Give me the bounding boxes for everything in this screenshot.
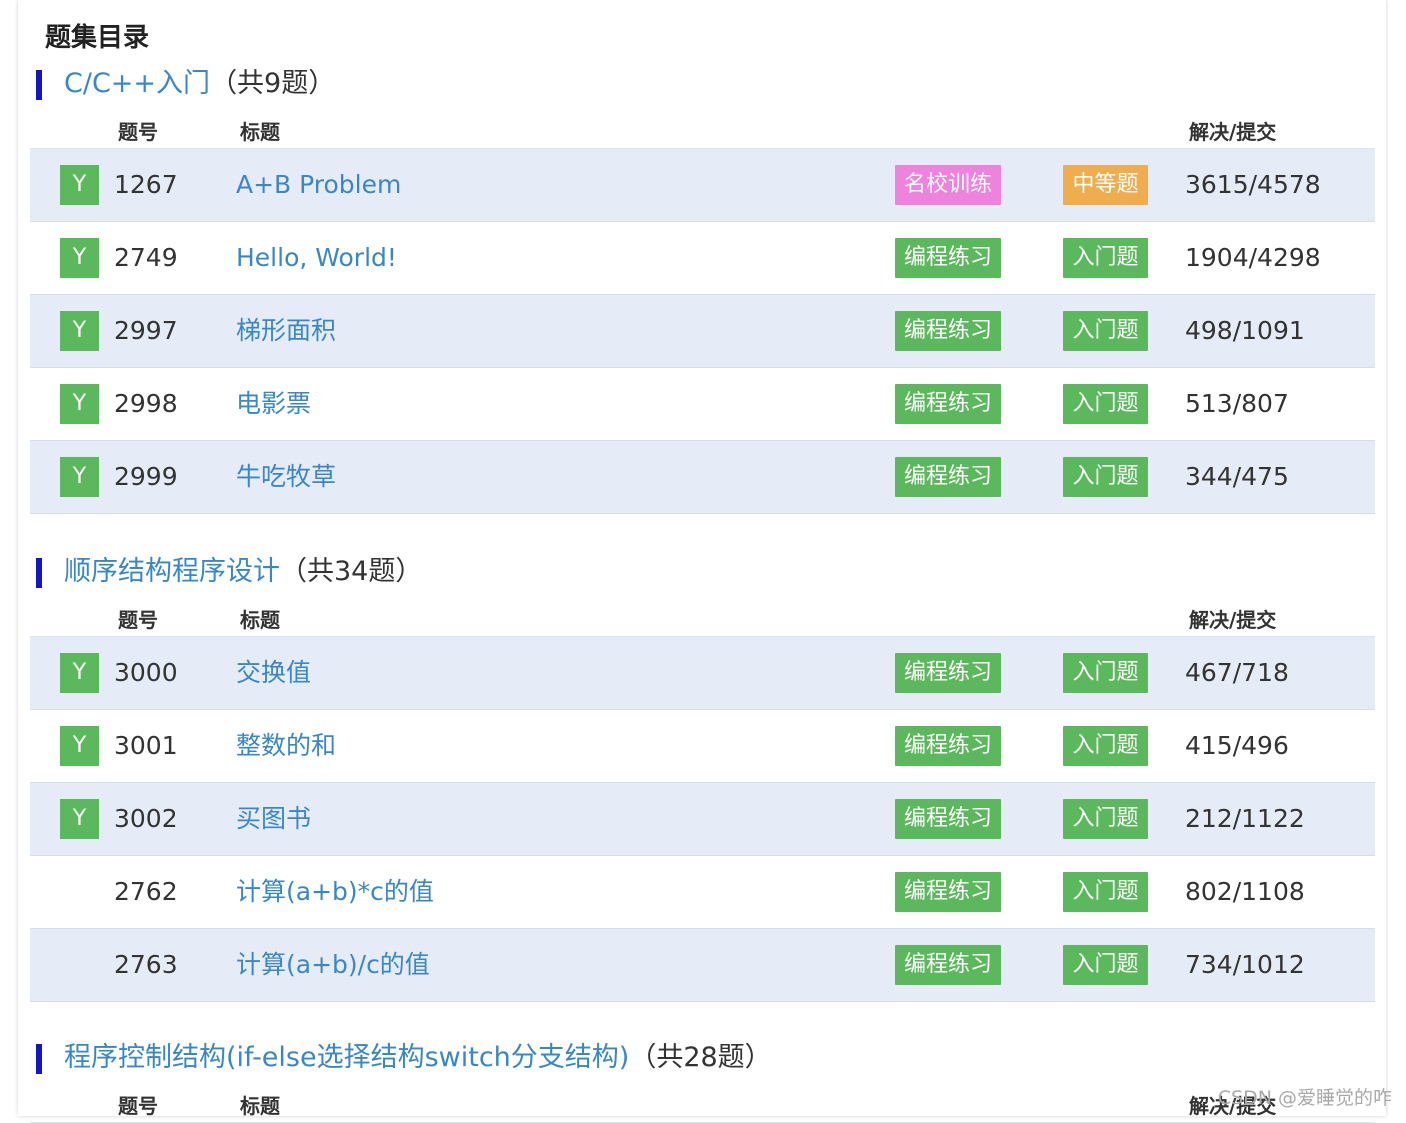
difficulty-tag[interactable]: 入门题 [1063,384,1148,424]
problem-row: Y 3000 交换值 编程练习 入门题 467/718 [30,637,1375,710]
problem-title-link[interactable]: 计算(a+b)*c的值 [236,856,434,928]
source-tag[interactable]: 编程练习 [895,311,1001,351]
column-header: 题号 标题 解决/提交 [30,594,1375,637]
section-count: （共9题） [210,68,336,99]
section-count: （共28题） [629,1042,772,1073]
difficulty-tag[interactable]: 入门题 [1063,311,1148,351]
column-ratio-header: 解决/提交 [1189,608,1277,632]
solved-mark: Y [60,653,99,693]
problem-section: C/C++入门（共9题） 题号 标题 解决/提交 Y 1267 A+B Prob… [30,62,1375,514]
section-header: C/C++入门（共9题） [30,62,1375,106]
difficulty-tag[interactable]: 入门题 [1063,457,1148,497]
problem-title-link[interactable]: 牛吃牧草 [236,441,336,513]
problem-id: 3000 [114,658,178,687]
solved-mark: Y [60,165,99,205]
section-bar [36,558,42,588]
section-count: （共34题） [280,556,423,587]
solved-submitted-ratio: 498/1091 [1185,316,1305,345]
problem-row: Y 2749 Hello, World! 编程练习 入门题 1904/4298 [30,222,1375,295]
source-tag[interactable]: 名校训练 [895,165,1001,205]
difficulty-tag[interactable]: 入门题 [1063,945,1148,985]
difficulty-tag[interactable]: 入门题 [1063,238,1148,278]
problem-id: 2998 [114,389,178,418]
solved-submitted-ratio: 3615/4578 [1185,170,1321,199]
source-tag[interactable]: 编程练习 [895,945,1001,985]
problem-title-link[interactable]: 买图书 [236,783,311,855]
source-tag[interactable]: 编程练习 [895,653,1001,693]
solved-submitted-ratio: 415/496 [1185,731,1289,760]
problem-row: Y 3001 整数的和 编程练习 入门题 415/496 [30,710,1375,783]
source-tag[interactable]: 编程练习 [895,872,1001,912]
section-name-link[interactable]: C/C++入门 [64,68,210,99]
csdn-watermark: CSDN @爱睡觉的咋 [1217,1087,1392,1109]
section-header: 程序控制结构(if-else选择结构switch分支结构)（共28题） [30,1036,1375,1080]
page-title: 题集目录 [45,23,150,53]
solved-mark: Y [60,726,99,766]
problem-title-link[interactable]: A+B Problem [236,149,401,221]
difficulty-tag[interactable]: 入门题 [1063,653,1148,693]
solved-submitted-ratio: 734/1012 [1185,950,1305,979]
problem-row: Y 1267 A+B Problem 名校训练 中等题 3615/4578 [30,149,1375,222]
problem-title-link[interactable]: 计算(a+b)/c的值 [236,929,430,1001]
problem-title-link[interactable]: 整数的和 [236,710,336,782]
problem-id: 2763 [114,950,178,979]
difficulty-tag[interactable]: 中等题 [1063,165,1148,205]
problem-title-link[interactable]: 交换值 [236,637,311,709]
solved-submitted-ratio: 802/1108 [1185,877,1305,906]
section-name-link[interactable]: 程序控制结构(if-else选择结构switch分支结构) [64,1042,629,1073]
problem-row: Y 2998 电影票 编程练习 入门题 513/807 [30,368,1375,441]
problem-section: 顺序结构程序设计（共34题） 题号 标题 解决/提交 Y 3000 交换值 编程… [30,550,1375,1002]
solved-mark: Y [60,457,99,497]
solved-submitted-ratio: 212/1122 [1185,804,1305,833]
problem-row: 2763 计算(a+b)/c的值 编程练习 入门题 734/1012 [30,929,1375,1002]
column-header: 题号 标题 解决/提交 [30,1080,1375,1123]
source-tag[interactable]: 编程练习 [895,457,1001,497]
column-title-header: 标题 [240,608,280,632]
problem-row: Y 2997 梯形面积 编程练习 入门题 498/1091 [30,295,1375,368]
problem-id: 2749 [114,243,178,272]
column-ratio-header: 解决/提交 [1189,120,1277,144]
problem-title-link[interactable]: Hello, World! [236,222,397,294]
problem-title-link[interactable]: 电影票 [236,368,311,440]
solved-submitted-ratio: 1904/4298 [1185,243,1321,272]
problem-row: Y 2999 牛吃牧草 编程练习 入门题 344/475 [30,441,1375,514]
problem-row: 2762 计算(a+b)*c的值 编程练习 入门题 802/1108 [30,856,1375,929]
solved-mark: Y [60,799,99,839]
column-header: 题号 标题 解决/提交 [30,106,1375,149]
section-header: 顺序结构程序设计（共34题） [30,550,1375,594]
solved-submitted-ratio: 513/807 [1185,389,1289,418]
problem-id: 1267 [114,170,178,199]
solved-mark: Y [60,238,99,278]
problem-section: 程序控制结构(if-else选择结构switch分支结构)（共28题） 题号 标… [30,1036,1375,1123]
problem-id: 3002 [114,804,178,833]
source-tag[interactable]: 编程练习 [895,799,1001,839]
section-title: 顺序结构程序设计（共34题） [64,550,422,594]
section-title: 程序控制结构(if-else选择结构switch分支结构)（共28题） [64,1036,772,1080]
source-tag[interactable]: 编程练习 [895,238,1001,278]
column-id-header: 题号 [118,608,158,632]
problem-row: Y 3002 买图书 编程练习 入门题 212/1122 [30,783,1375,856]
solved-submitted-ratio: 467/718 [1185,658,1289,687]
source-tag[interactable]: 编程练习 [895,726,1001,766]
section-bar [36,70,42,100]
source-tag[interactable]: 编程练习 [895,384,1001,424]
section-name-link[interactable]: 顺序结构程序设计 [64,556,280,587]
section-bar [36,1044,42,1074]
difficulty-tag[interactable]: 入门题 [1063,799,1148,839]
column-id-header: 题号 [118,120,158,144]
column-id-header: 题号 [118,1094,158,1118]
solved-mark: Y [60,311,99,351]
problem-title-link[interactable]: 梯形面积 [236,295,336,367]
problem-id: 2762 [114,877,178,906]
column-title-header: 标题 [240,120,280,144]
difficulty-tag[interactable]: 入门题 [1063,872,1148,912]
solved-mark: Y [60,384,99,424]
column-title-header: 标题 [240,1094,280,1118]
problem-id: 2999 [114,462,178,491]
difficulty-tag[interactable]: 入门题 [1063,726,1148,766]
problem-id: 2997 [114,316,178,345]
section-title: C/C++入门（共9题） [64,62,335,106]
solved-submitted-ratio: 344/475 [1185,462,1289,491]
problem-id: 3001 [114,731,178,760]
